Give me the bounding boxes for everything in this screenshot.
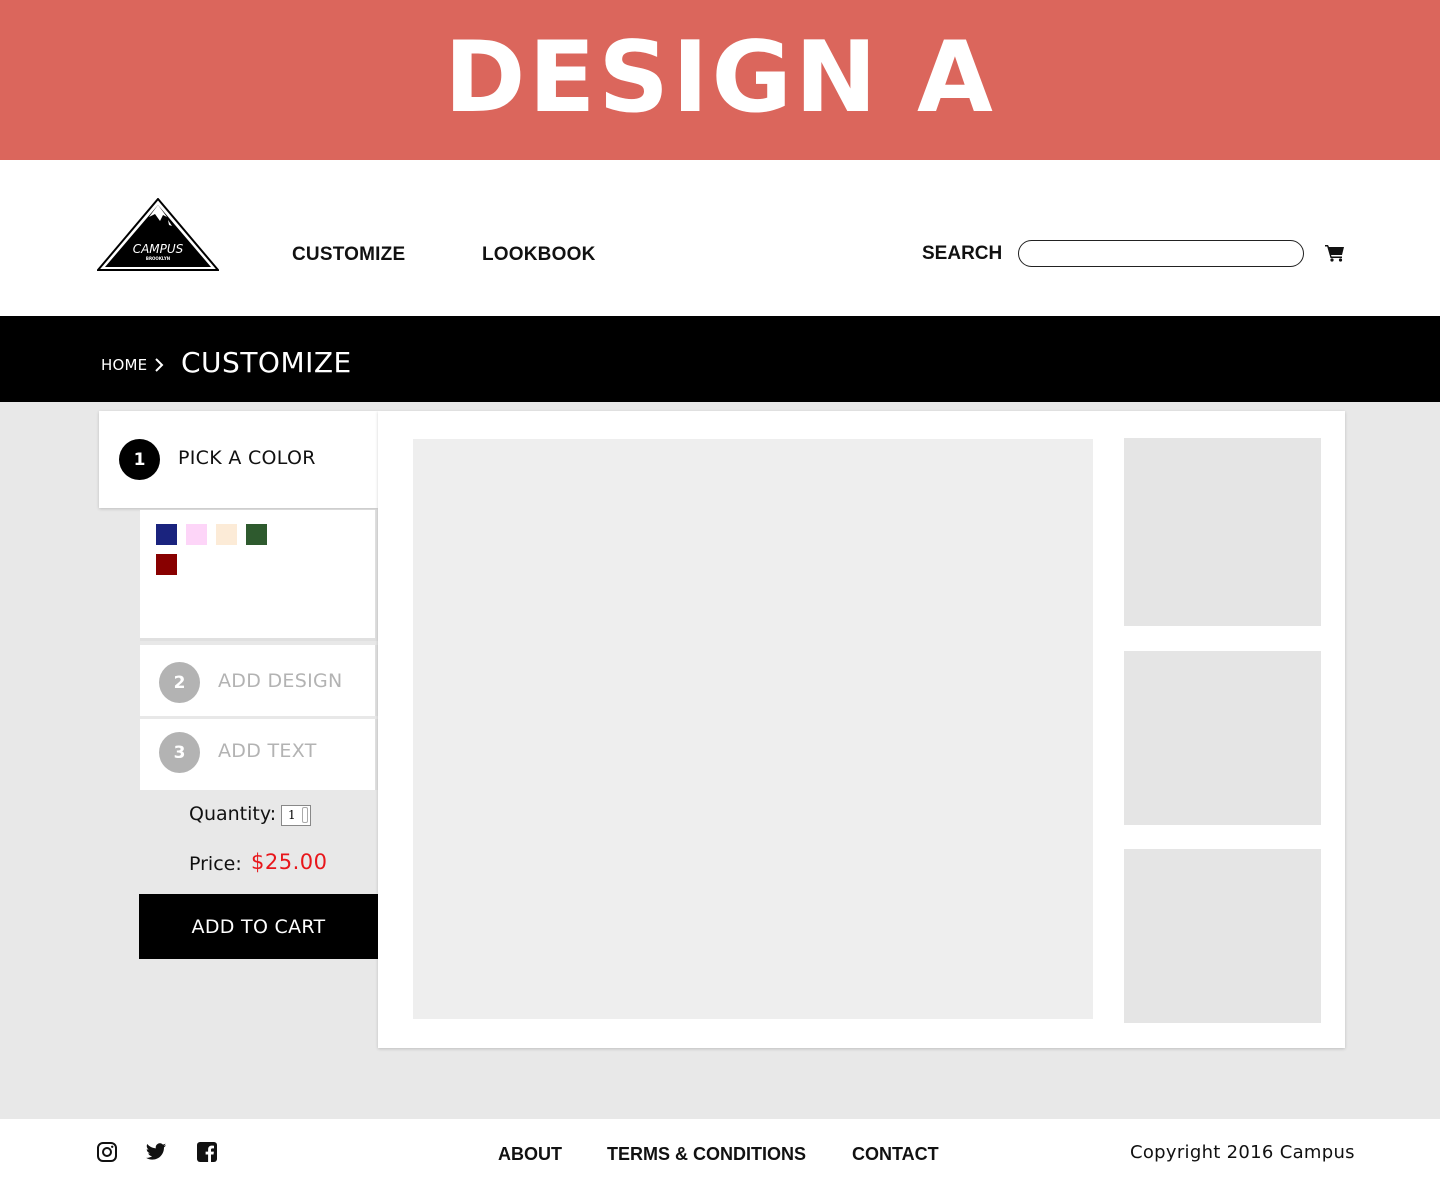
nav-lookbook[interactable]: LOOKBOOK bbox=[482, 244, 596, 266]
breadcrumb-home[interactable]: HOME bbox=[101, 356, 147, 374]
footer-link-terms[interactable]: TERMS & CONDITIONS bbox=[607, 1144, 806, 1165]
design-banner: DESIGN A bbox=[0, 0, 1440, 160]
step-add-design[interactable]: 2 ADD DESIGN bbox=[140, 645, 378, 716]
color-swatch-maroon[interactable] bbox=[156, 554, 177, 575]
breadcrumb-current: CUSTOMIZE bbox=[181, 346, 352, 379]
logo-text: CAMPUS bbox=[133, 242, 184, 256]
shopping-cart-icon[interactable] bbox=[1325, 244, 1345, 262]
quantity-label: Quantity: bbox=[189, 803, 277, 825]
search-input[interactable] bbox=[1018, 240, 1304, 267]
copyright-text: Copyright 2016 Campus bbox=[1130, 1142, 1355, 1163]
preview-thumbnail[interactable] bbox=[1124, 438, 1321, 626]
preview-thumbnail[interactable] bbox=[1124, 651, 1321, 825]
color-swatch-cream[interactable] bbox=[216, 524, 237, 545]
quantity-spinner[interactable] bbox=[302, 807, 308, 823]
facebook-icon[interactable] bbox=[196, 1141, 218, 1163]
step-pick-color[interactable]: 1 PICK A COLOR bbox=[99, 411, 378, 508]
preview-thumbnail[interactable] bbox=[1124, 849, 1321, 1023]
footer-link-about[interactable]: ABOUT bbox=[498, 1144, 562, 1165]
campus-logo[interactable]: CAMPUS BROOKLYN bbox=[97, 198, 219, 272]
color-swatch-green[interactable] bbox=[246, 524, 267, 545]
chevron-right-icon bbox=[155, 358, 164, 372]
color-swatch-navy[interactable] bbox=[156, 524, 177, 545]
step-add-text[interactable]: 3 ADD TEXT bbox=[140, 719, 378, 790]
color-swatch-pink[interactable] bbox=[186, 524, 207, 545]
step-number: 3 bbox=[159, 732, 200, 773]
price-value: $25.00 bbox=[251, 850, 328, 874]
footer-link-contact[interactable]: CONTACT bbox=[852, 1144, 939, 1165]
step-number: 2 bbox=[159, 662, 200, 703]
step-label: ADD DESIGN bbox=[218, 670, 343, 692]
step-number: 1 bbox=[119, 439, 160, 480]
price-label: Price: bbox=[189, 853, 242, 875]
search-label: SEARCH bbox=[922, 243, 1003, 264]
nav-customize[interactable]: CUSTOMIZE bbox=[292, 244, 405, 266]
banner-title: DESIGN A bbox=[444, 21, 996, 135]
instagram-icon[interactable] bbox=[96, 1141, 118, 1163]
step-label: ADD TEXT bbox=[218, 740, 317, 762]
add-to-cart-button[interactable]: ADD TO CART bbox=[139, 894, 378, 959]
twitter-icon[interactable] bbox=[145, 1141, 167, 1163]
product-preview bbox=[413, 439, 1093, 1019]
logo-subtext: BROOKLYN bbox=[146, 256, 170, 261]
step-label: PICK A COLOR bbox=[178, 447, 316, 469]
